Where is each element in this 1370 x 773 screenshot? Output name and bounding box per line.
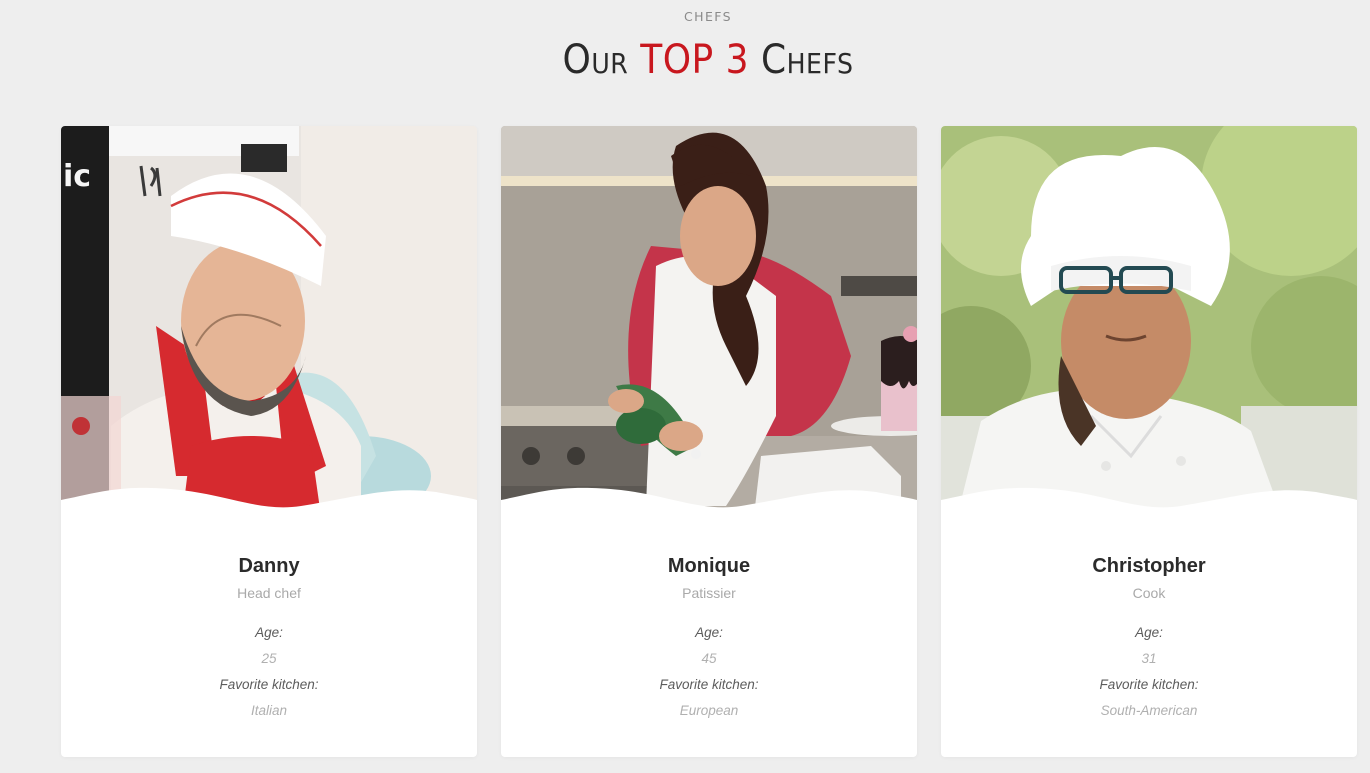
chef-card[interactable]: Monique Patissier Age: 45 Favorite kitch…	[501, 126, 917, 757]
chef-photo-monique	[501, 126, 917, 541]
chef-info: Danny Head chef Age: 25 Favorite kitchen…	[61, 546, 477, 724]
kitchen-value: South-American	[1100, 703, 1198, 718]
chef-card[interactable]: Christopher Cook Age: 31 Favorite kitche…	[941, 126, 1357, 757]
chef-card[interactable]: ic Danny Head chef Age: 25 Favorite kitc…	[61, 126, 477, 757]
chef-info: Monique Patissier Age: 45 Favorite kitch…	[501, 546, 917, 724]
chef-cards: ic Danny Head chef Age: 25 Favorite kitc…	[61, 126, 1357, 757]
kitchen-label: Favorite kitchen:	[219, 677, 319, 692]
age-value: 25	[261, 651, 277, 666]
kitchen-value: European	[679, 703, 739, 718]
age-label: Age:	[1135, 625, 1163, 640]
title-post: Chefs	[749, 37, 854, 83]
chef-photo-christopher	[941, 126, 1357, 541]
chef-name: Danny	[238, 555, 300, 577]
chef-info: Christopher Cook Age: 31 Favorite kitche…	[941, 546, 1357, 724]
chef-role: Head chef	[237, 585, 301, 601]
wave-divider	[941, 487, 1357, 552]
chef-name: Christopher	[1092, 555, 1206, 577]
chef-photo	[501, 126, 917, 541]
title-accent: TOP 3	[640, 37, 750, 83]
age-label: Age:	[695, 625, 723, 640]
chef-photo: ic	[61, 126, 477, 541]
wave-divider	[501, 487, 917, 552]
section-title: Our TOP 3 Chefs	[0, 30, 1370, 90]
kitchen-label: Favorite kitchen:	[659, 677, 759, 692]
age-label: Age:	[255, 625, 283, 640]
age-value: 31	[1141, 651, 1157, 666]
chef-role: Cook	[1132, 585, 1166, 601]
kitchen-value: Italian	[250, 703, 288, 718]
chef-photo	[941, 126, 1357, 541]
title-pre: Our	[562, 37, 641, 83]
kitchen-label: Favorite kitchen:	[1099, 677, 1199, 692]
chef-photo-danny: ic	[61, 126, 477, 541]
chef-name: Monique	[667, 555, 751, 577]
section-label: CHEFS	[684, 9, 732, 24]
chef-role: Patissier	[682, 585, 736, 601]
wave-divider	[61, 487, 477, 552]
svg-text:ic: ic	[63, 159, 91, 194]
age-value: 45	[701, 651, 717, 666]
